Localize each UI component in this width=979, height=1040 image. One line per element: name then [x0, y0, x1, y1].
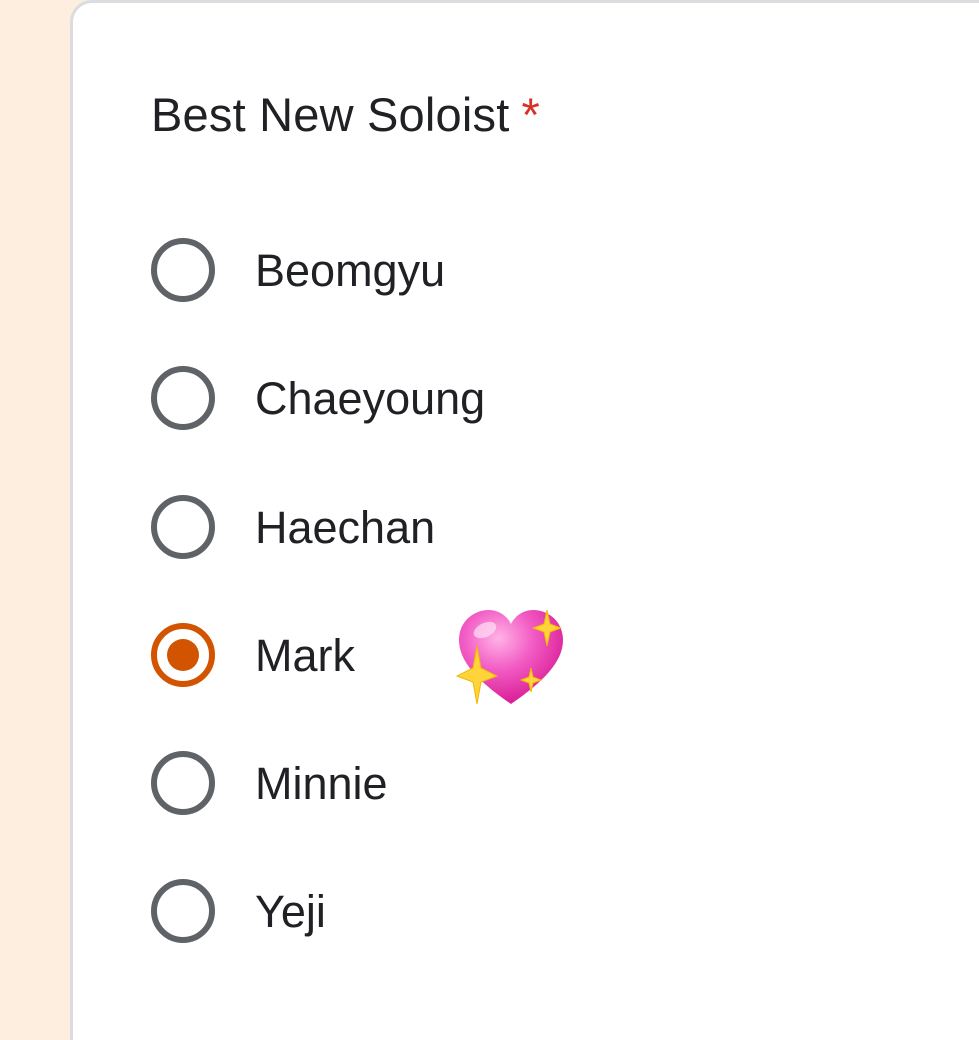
- sparkling-heart-icon: [455, 609, 563, 705]
- radio-button[interactable]: [151, 366, 215, 430]
- option-label: Haechan: [255, 502, 436, 553]
- radio-button[interactable]: [151, 879, 215, 943]
- option-label: Minnie: [255, 758, 388, 809]
- option-mark[interactable]: Mark: [151, 609, 851, 705]
- option-beomgyu[interactable]: Beomgyu: [151, 235, 851, 305]
- question-card: Best New Soloist * Beomgyu Chaeyoung Haec…: [70, 0, 979, 1040]
- option-minnie[interactable]: Minnie: [151, 748, 851, 818]
- option-haechan[interactable]: Haechan: [151, 492, 851, 562]
- option-label: Chaeyoung: [255, 373, 486, 424]
- option-label: Beomgyu: [255, 245, 446, 296]
- option-label: Yeji: [255, 886, 326, 937]
- radio-button[interactable]: [151, 751, 215, 815]
- option-label: Mark: [255, 630, 355, 681]
- option-yeji[interactable]: Yeji: [151, 876, 851, 946]
- required-indicator: *: [521, 88, 540, 141]
- question-title: Best New Soloist *: [151, 87, 540, 142]
- radio-button[interactable]: [151, 238, 215, 302]
- radio-dot: [167, 639, 199, 671]
- question-title-text: Best New Soloist: [151, 88, 510, 141]
- option-chaeyoung[interactable]: Chaeyoung: [151, 363, 851, 433]
- radio-button-selected[interactable]: [151, 623, 215, 687]
- radio-button[interactable]: [151, 495, 215, 559]
